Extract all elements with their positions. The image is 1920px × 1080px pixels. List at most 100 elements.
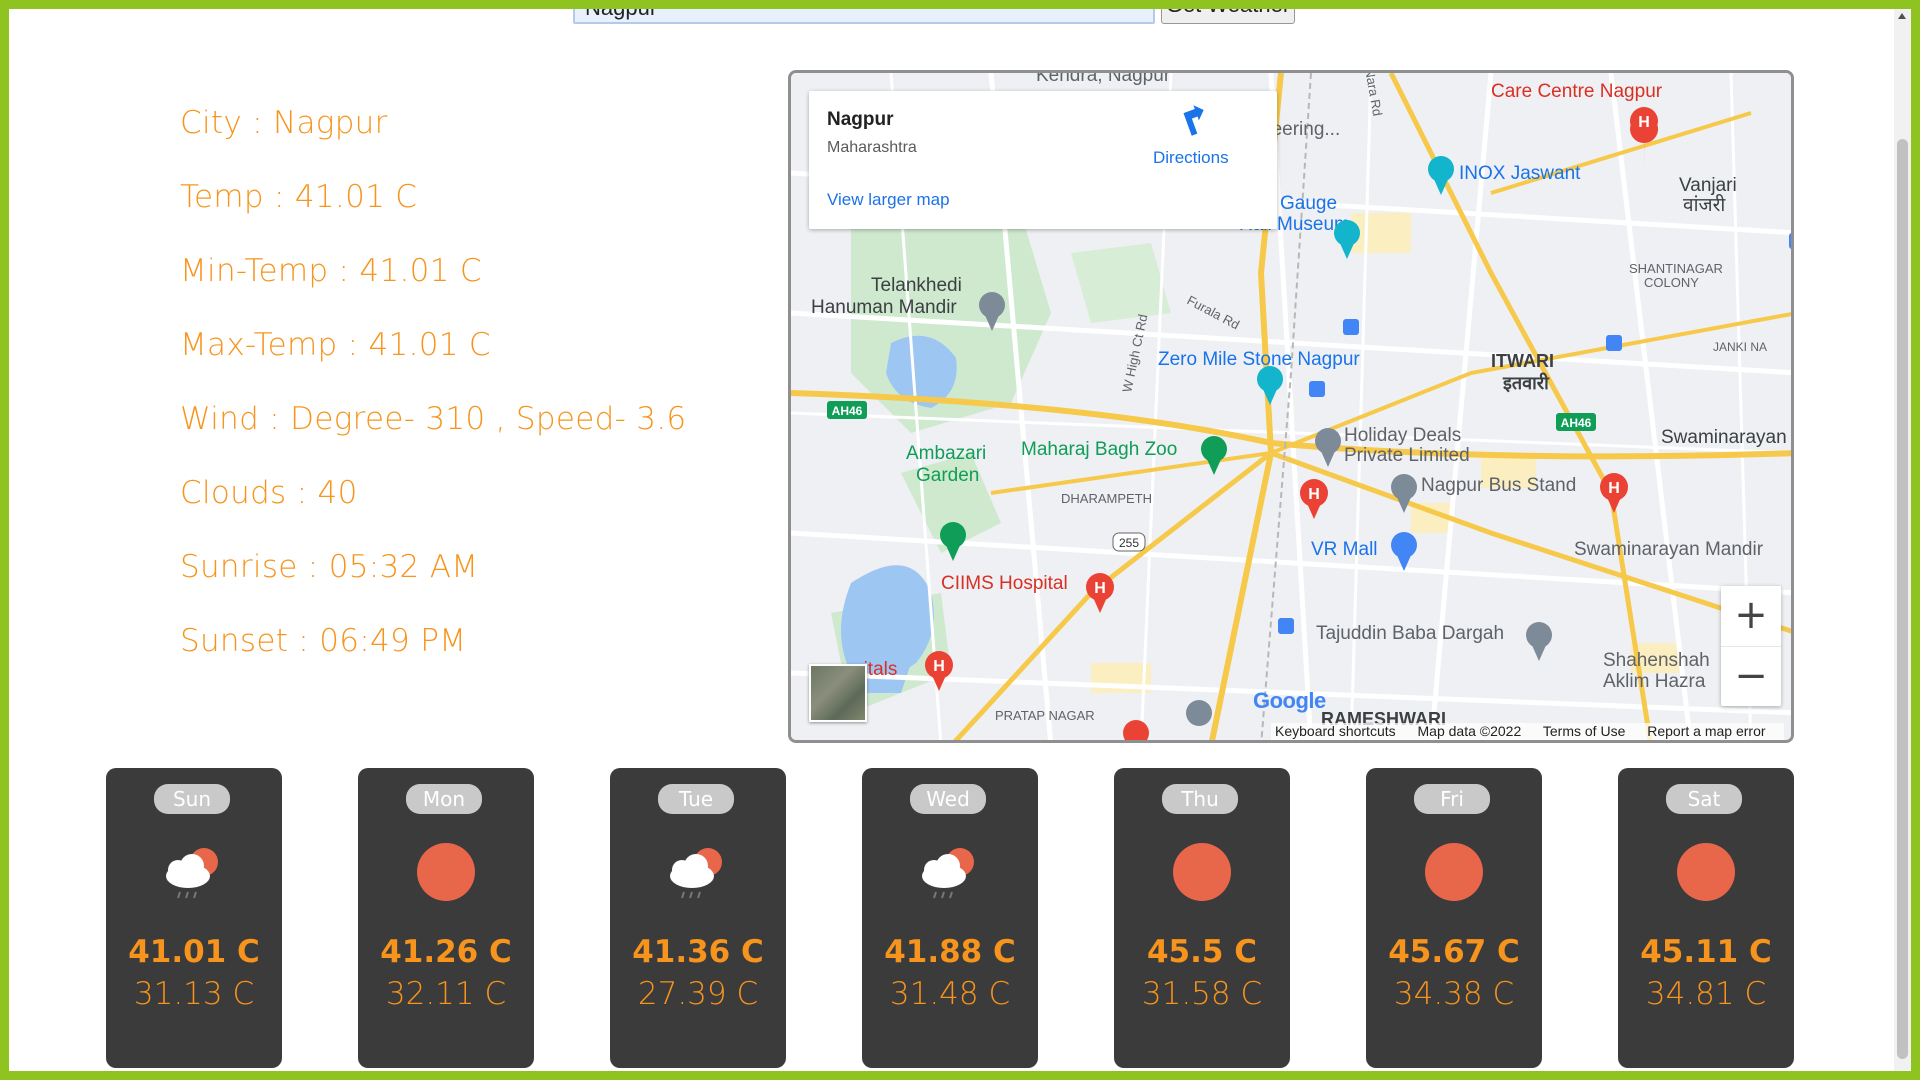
sun-icon [417, 843, 475, 901]
map-label-inox: INOX Jaswant [1459, 163, 1581, 184]
map-label-bus-stand: Nagpur Bus Stand [1421, 475, 1576, 496]
forecast-low-temp: 34.81 C [1645, 976, 1767, 1012]
forecast-high-temp: 41.36 C [632, 934, 764, 970]
cloud-sun-rain-icon [166, 848, 218, 899]
forecast-low-temp: 31.58 C [1141, 976, 1263, 1012]
forecast-card-sun: Sun 41.01 C 31.13 C [106, 768, 282, 1068]
city-text: City : Nagpur [180, 105, 388, 141]
sunrise-text: Sunrise : 05:32 AM [180, 549, 479, 585]
map-label-swaminarayan-mandir: Swaminarayan Mandir [1574, 539, 1764, 560]
highway-shield-ah46-b: AH46 [1561, 416, 1592, 430]
get-weather-button[interactable]: Get Weather [1161, 0, 1295, 24]
forecast-day-label: Thu [1162, 784, 1238, 814]
highway-shield-255: 255 [1119, 536, 1139, 550]
forecast-cards: Sun 41.01 C 31.13 C Mon 41.26 C 32.11 C … [106, 768, 1796, 1068]
forecast-low-temp: 31.13 C [133, 976, 255, 1012]
view-larger-map-link[interactable]: View larger map [827, 190, 950, 210]
svg-text:H: H [1608, 480, 1620, 497]
school-pin-icon[interactable] [1186, 700, 1212, 726]
keyboard-shortcuts-link[interactable]: Keyboard shortcuts [1275, 723, 1396, 739]
forecast-high-temp: 45.67 C [1388, 934, 1520, 970]
forecast-card-mon: Mon 41.26 C 32.11 C [358, 768, 534, 1068]
google-map[interactable]: AH46 AH46 255 Kendra, Nagpur Care Centre… [788, 70, 1794, 743]
min-temp-text: Min-Temp : 41.01 C [180, 253, 482, 289]
map-label-swaminarayan: Swaminarayan [1661, 427, 1787, 448]
map-label-vanjari-hi: वांजरी [1683, 193, 1726, 216]
forecast-day-label: Mon [406, 784, 482, 814]
svg-text:H: H [1638, 114, 1650, 131]
map-label-vanjari: Vanjari [1679, 175, 1737, 196]
satellite-view-toggle[interactable] [809, 664, 867, 722]
forecast-day-label: Tue [658, 784, 734, 814]
map-label-maharaj-bagh: Maharaj Bagh Zoo [1021, 439, 1177, 460]
map-label-tajuddin: Tajuddin Baba Dargah [1316, 623, 1504, 644]
terms-link[interactable]: Terms of Use [1543, 723, 1625, 739]
sun-icon [1173, 843, 1231, 901]
highway-shield-ah46-a: AH46 [832, 404, 863, 418]
map-label-kendra: Kendra, Nagpur [1036, 73, 1171, 86]
temp-text: Temp : 41.01 C [180, 179, 418, 215]
clouds-text: Clouds : 40 [180, 475, 358, 511]
map-label-telankhedi: Telankhedi [871, 275, 962, 296]
map-data-text: Map data ©2022 [1417, 723, 1522, 739]
zoom-in-button[interactable]: + [1721, 586, 1781, 646]
google-logo: Google [1253, 688, 1326, 713]
forecast-card-tue: Tue 41.36 C 27.39 C [610, 768, 786, 1068]
map-label-shantinagar: SHANTINAGAR [1629, 261, 1723, 276]
map-label-zero-mile: Zero Mile Stone Nagpur [1158, 349, 1360, 370]
forecast-high-temp: 45.5 C [1146, 934, 1258, 970]
map-label-private-limited: Private Limited [1344, 445, 1470, 466]
map-label-itwari: ITWARI [1491, 351, 1554, 371]
map-label-hanuman: Hanuman Mandir [811, 297, 957, 318]
place-name: Nagpur [827, 109, 894, 130]
forecast-low-temp: 34.38 C [1393, 976, 1515, 1012]
forecast-high-temp: 41.88 C [884, 934, 1016, 970]
cloud-sun-rain-icon [670, 848, 722, 899]
map-attribution: Keyboard shortcuts Map data ©2022 Terms … [1271, 723, 1784, 740]
map-label-garden: Garden [916, 465, 979, 486]
scrollbar-thumb[interactable] [1897, 139, 1908, 1059]
forecast-day-label: Sun [154, 784, 230, 814]
forecast-day-label: Fri [1414, 784, 1490, 814]
sunset-text: Sunset : 06:49 PM [180, 623, 467, 659]
city-search-input[interactable] [573, 0, 1155, 24]
map-label-dharampeth: DHARAMPETH [1061, 491, 1152, 506]
forecast-high-temp: 41.26 C [380, 934, 512, 970]
wind-text: Wind : Degree- 310 , Speed- 3.6 [180, 401, 687, 437]
place-info-card: Nagpur Maharashtra View larger map Direc… [809, 91, 1277, 229]
forecast-low-temp: 31.48 C [889, 976, 1011, 1012]
map-label-care-centre: Care Centre Nagpur [1491, 81, 1663, 102]
cloud-sun-rain-icon [922, 848, 974, 899]
svg-text:H: H [1094, 580, 1106, 597]
sun-icon [1677, 843, 1735, 901]
map-label-itwari-hi: इतवारी [1502, 372, 1550, 393]
forecast-day-label: Wed [910, 784, 986, 814]
weather-info: City : Nagpur Temp : 41.01 C Min-Temp : … [180, 98, 686, 690]
map-label-vr-mall: VR Mall [1311, 539, 1378, 560]
max-temp-text: Max-Temp : 41.01 C [180, 327, 491, 363]
report-error-link[interactable]: Report a map error [1647, 723, 1765, 739]
map-label-holiday-deals: Holiday Deals [1344, 425, 1461, 446]
forecast-card-sat: Sat 45.11 C 34.81 C [1618, 768, 1794, 1068]
forecast-card-wed: Wed 41.88 C 31.48 C [862, 768, 1038, 1068]
directions-icon[interactable] [1181, 105, 1213, 137]
map-label-pratap-nagar: PRATAP NAGAR [995, 708, 1095, 723]
map-label-shahenshah: Shahenshah [1603, 650, 1710, 671]
forecast-day-label: Sat [1666, 784, 1742, 814]
map-label-ciims: CIIMS Hospital [941, 573, 1068, 594]
zoom-out-button[interactable]: − [1721, 646, 1781, 706]
page-scrollbar[interactable] [1894, 9, 1911, 1071]
directions-link[interactable]: Directions [1153, 148, 1229, 168]
map-label-ambazari: Ambazari [906, 443, 986, 464]
forecast-card-thu: Thu 45.5 C 31.58 C [1114, 768, 1290, 1068]
forecast-high-temp: 41.01 C [128, 934, 260, 970]
map-label-colony: COLONY [1644, 275, 1699, 290]
svg-text:H: H [1308, 486, 1320, 503]
map-label-janki: JANKI NA [1713, 340, 1767, 354]
map-zoom-controls[interactable]: + − [1721, 586, 1781, 706]
sun-icon [1425, 843, 1483, 901]
forecast-high-temp: 45.11 C [1640, 934, 1772, 970]
place-region: Maharashtra [827, 139, 917, 156]
forecast-low-temp: 32.11 C [385, 976, 507, 1012]
scroll-up-icon[interactable] [1898, 13, 1906, 19]
